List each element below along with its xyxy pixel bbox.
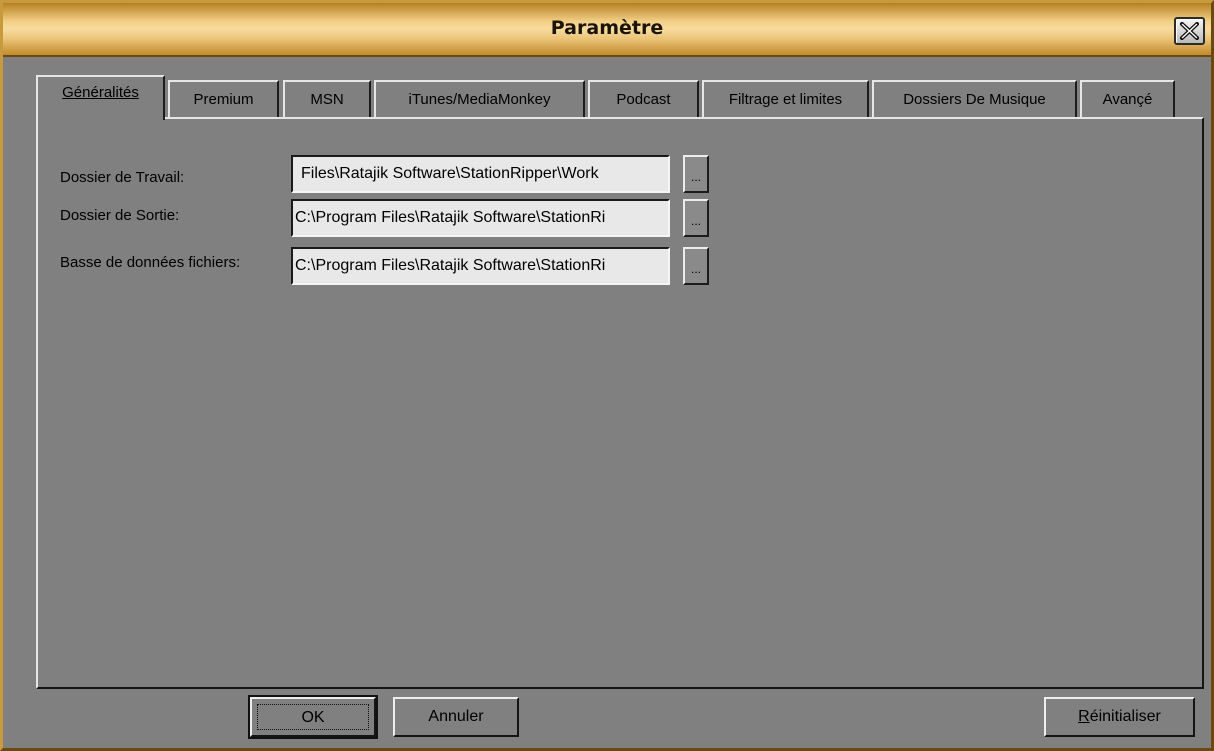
tab-label: Dossiers De Musique (903, 91, 1046, 108)
title-bar[interactable]: Paramètre (3, 3, 1211, 57)
cancel-button[interactable]: Annuler (393, 697, 519, 737)
tab-label: Filtrage et limites (728, 91, 843, 108)
tab-label: Généralités (62, 84, 139, 101)
tab-filtrage-limites[interactable]: Filtrage et limites (702, 80, 869, 117)
tab-label: Avançé (1102, 91, 1153, 108)
working-folder-field[interactable]: Files\Ratajik Software\StationRipper\Wor… (291, 155, 670, 193)
ok-label: OK (257, 704, 369, 730)
tab-dossiers-musique[interactable]: Dossiers De Musique (872, 80, 1077, 117)
tab-generalites[interactable]: Généralités (36, 75, 165, 120)
close-icon (1180, 22, 1199, 40)
tab-label: Premium (193, 91, 254, 108)
tab-avance[interactable]: Avançé (1080, 80, 1175, 117)
tab-premium[interactable]: Premium (168, 80, 279, 117)
tab-podcast[interactable]: Podcast (588, 80, 699, 117)
tab-label: Podcast (616, 91, 671, 108)
tab-label: MSN (310, 91, 344, 108)
reset-button[interactable]: Réinitialiser (1044, 697, 1195, 737)
output-folder-browse-button[interactable]: ... (683, 199, 709, 237)
database-file-browse-button[interactable]: ... (683, 247, 709, 285)
output-folder-field[interactable]: C:\Program Files\Ratajik Software\Statio… (291, 199, 670, 237)
output-folder-label: Dossier de Sortie: (60, 207, 180, 224)
database-file-label: Basse de données fichiers: (60, 254, 241, 271)
ok-button[interactable]: OK (248, 695, 378, 739)
settings-window: Paramètre Généralités Premium MSN iTunes… (0, 0, 1214, 751)
close-button[interactable] (1174, 17, 1205, 45)
working-folder-browse-button[interactable]: ... (683, 155, 709, 193)
working-folder-label: Dossier de Travail: (60, 169, 185, 186)
tab-msn[interactable]: MSN (283, 80, 371, 117)
window-title: Paramètre (550, 17, 664, 39)
database-file-field[interactable]: C:\Program Files\Ratajik Software\Statio… (291, 247, 670, 285)
tab-itunes-mediamonkey[interactable]: iTunes/MediaMonkey (374, 80, 585, 117)
tab-label: iTunes/MediaMonkey (408, 91, 551, 108)
